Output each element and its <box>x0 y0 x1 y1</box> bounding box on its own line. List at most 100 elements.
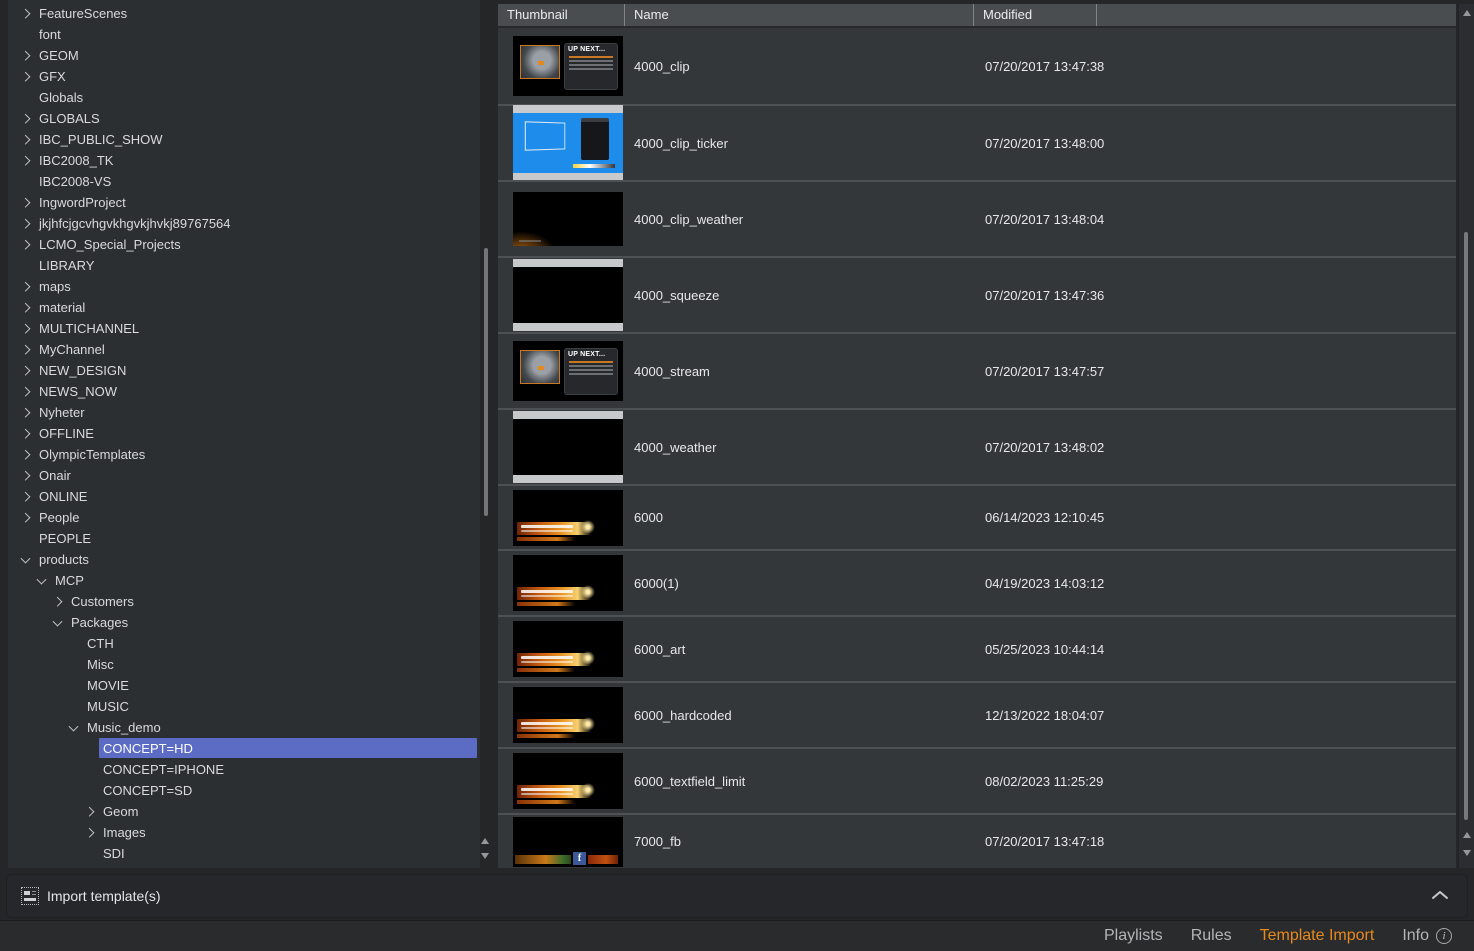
tree-item-images[interactable]: Images <box>8 822 480 843</box>
tree-scrollbar-thumb[interactable] <box>484 248 488 516</box>
chevron-right-icon[interactable] <box>21 407 31 417</box>
tree-item-geom[interactable]: GEOM <box>8 45 480 66</box>
tree-item-mychannel[interactable]: MyChannel <box>8 339 480 360</box>
table-scroll-up-icon[interactable] <box>1463 10 1471 16</box>
tree-item-new-design[interactable]: NEW_DESIGN <box>8 360 480 381</box>
table-row-4000-clip-ticker[interactable]: 4000_clip_ticker07/20/2017 13:48:00 <box>498 104 1456 180</box>
chevron-right-icon[interactable] <box>85 806 95 816</box>
chevron-right-icon[interactable] <box>21 491 31 501</box>
tree-item-onair[interactable]: Onair <box>8 465 480 486</box>
tree-item-ingwordproject[interactable]: IngwordProject <box>8 192 480 213</box>
table-row-6000-textfield-limit[interactable]: 6000_textfield_limit08/02/2023 11:25:29 <box>498 747 1456 813</box>
tree-item-offline[interactable]: OFFLINE <box>8 423 480 444</box>
chevron-right-icon[interactable] <box>21 344 31 354</box>
tree-item-people[interactable]: PEOPLE <box>8 528 480 549</box>
table-scrollbar[interactable] <box>1458 4 1474 868</box>
table-scroll-down-icon[interactable] <box>1463 850 1471 856</box>
table-row-6000[interactable]: 600006/14/2023 12:10:45 <box>498 484 1456 549</box>
chevron-right-icon[interactable] <box>21 50 31 60</box>
tree-item-customers[interactable]: Customers <box>8 591 480 612</box>
chevron-right-icon[interactable] <box>21 71 31 81</box>
tree-item-material[interactable]: material <box>8 297 480 318</box>
table-row-7000-fb[interactable]: f7000_fb07/20/2017 13:47:18 <box>498 813 1456 868</box>
tree-scroll-up-icon[interactable] <box>481 838 489 844</box>
tree-item-concept-iphone[interactable]: CONCEPT=IPHONE <box>8 759 480 780</box>
chevron-right-icon[interactable] <box>21 239 31 249</box>
tree-item-library[interactable]: LIBRARY <box>8 255 480 276</box>
chevron-right-icon[interactable] <box>21 302 31 312</box>
tree-scrollbar[interactable] <box>480 0 490 868</box>
table-row-4000-squeeze[interactable]: 4000_squeeze07/20/2017 13:47:36 <box>498 256 1456 332</box>
column-header-extra[interactable] <box>1096 4 1456 26</box>
tree-item-people[interactable]: People <box>8 507 480 528</box>
chevron-right-icon[interactable] <box>21 218 31 228</box>
table-row-6000-1[interactable]: 6000(1)04/19/2023 14:03:12 <box>498 549 1456 615</box>
tree-item-featurescenes[interactable]: FeatureScenes <box>8 3 480 24</box>
table-row-4000-clip[interactable]: UP NEXT...4000_clip07/20/2017 13:47:38 <box>498 28 1456 104</box>
import-templates-bar[interactable]: Import template(s) <box>6 874 1468 918</box>
tab-info[interactable]: Info i <box>1402 927 1452 945</box>
table-row-4000-clip-weather[interactable]: 4000_clip_weather07/20/2017 13:48:04 <box>498 180 1456 256</box>
chevron-right-icon[interactable] <box>21 134 31 144</box>
chevron-right-icon[interactable] <box>21 386 31 396</box>
table-scroll-up2-icon[interactable] <box>1463 832 1471 838</box>
tree-item-music-demo[interactable]: Music_demo <box>8 717 480 738</box>
column-header-thumbnail[interactable]: Thumbnail <box>498 4 624 26</box>
chevron-right-icon[interactable] <box>21 512 31 522</box>
tree-item-news-now[interactable]: NEWS_NOW <box>8 381 480 402</box>
tree-item-globals[interactable]: Globals <box>8 87 480 108</box>
tab-rules[interactable]: Rules <box>1191 927 1232 945</box>
chevron-right-icon[interactable] <box>21 470 31 480</box>
chevron-right-icon[interactable] <box>21 113 31 123</box>
tree-scroll-down-icon[interactable] <box>481 853 489 859</box>
tree-item-nyheter[interactable]: Nyheter <box>8 402 480 423</box>
chevron-right-icon[interactable] <box>21 449 31 459</box>
chevron-right-icon[interactable] <box>85 827 95 837</box>
table-row-4000-stream[interactable]: UP NEXT...4000_stream07/20/2017 13:47:57 <box>498 332 1456 408</box>
chevron-right-icon[interactable] <box>21 323 31 333</box>
collapse-chevron-up-icon[interactable] <box>1431 889 1449 901</box>
chevron-right-icon[interactable] <box>21 281 31 291</box>
tree-item-maps[interactable]: maps <box>8 276 480 297</box>
tree-item-multichannel[interactable]: MULTICHANNEL <box>8 318 480 339</box>
tree-item-concept-sd[interactable]: CONCEPT=SD <box>8 780 480 801</box>
table-scrollbar-thumb[interactable] <box>1464 232 1468 820</box>
tab-template-import[interactable]: Template Import <box>1260 927 1375 945</box>
table-row-4000-weather[interactable]: 4000_weather07/20/2017 13:48:02 <box>498 408 1456 484</box>
tree-item-online[interactable]: ONLINE <box>8 486 480 507</box>
chevron-right-icon[interactable] <box>21 155 31 165</box>
column-header-name[interactable]: Name <box>624 4 973 26</box>
tree-item-jkjhfcjgcvhgvkhgvkjhvkj89767564[interactable]: jkjhfcjgcvhgvkhgvkjhvkj89767564 <box>8 213 480 234</box>
tree-item-font[interactable]: font <box>8 24 480 45</box>
table-row-6000-art[interactable]: 6000_art05/25/2023 10:44:14 <box>498 615 1456 681</box>
tree-item-mcp[interactable]: MCP <box>8 570 480 591</box>
table-row-6000-hardcoded[interactable]: 6000_hardcoded12/13/2022 18:04:07 <box>498 681 1456 747</box>
tree-item-ibc2008-vs[interactable]: IBC2008-VS <box>8 171 480 192</box>
tree-item-sdi[interactable]: SDI <box>8 843 480 864</box>
tab-playlists[interactable]: Playlists <box>1104 927 1163 945</box>
chevron-right-icon[interactable] <box>21 197 31 207</box>
tree-item-misc[interactable]: Misc <box>8 654 480 675</box>
tree-item-ibc2008-tk[interactable]: IBC2008_TK <box>8 150 480 171</box>
chevron-right-icon[interactable] <box>53 596 63 606</box>
chevron-down-icon[interactable] <box>21 553 31 563</box>
tree-item-concept-hd[interactable]: CONCEPT=HD <box>8 738 480 759</box>
tree-item-packages[interactable]: Packages <box>8 612 480 633</box>
chevron-down-icon[interactable] <box>37 574 47 584</box>
tree-item-geom[interactable]: Geom <box>8 801 480 822</box>
tree-item-products[interactable]: products <box>8 549 480 570</box>
tree-item-olympictemplates[interactable]: OlympicTemplates <box>8 444 480 465</box>
tree-item-globals[interactable]: GLOBALS <box>8 108 480 129</box>
chevron-down-icon[interactable] <box>53 616 63 626</box>
tree-item-cth[interactable]: CTH <box>8 633 480 654</box>
tree-item-movie[interactable]: MOVIE <box>8 675 480 696</box>
chevron-right-icon[interactable] <box>21 365 31 375</box>
chevron-right-icon[interactable] <box>21 8 31 18</box>
chevron-right-icon[interactable] <box>21 428 31 438</box>
tree-item-music[interactable]: MUSIC <box>8 696 480 717</box>
tree-item-lcmo-special-projects[interactable]: LCMO_Special_Projects <box>8 234 480 255</box>
tree-item-ibc-public-show[interactable]: IBC_PUBLIC_SHOW <box>8 129 480 150</box>
column-header-modified[interactable]: Modified <box>973 4 1096 26</box>
tree-item-gfx[interactable]: GFX <box>8 66 480 87</box>
chevron-down-icon[interactable] <box>69 721 79 731</box>
